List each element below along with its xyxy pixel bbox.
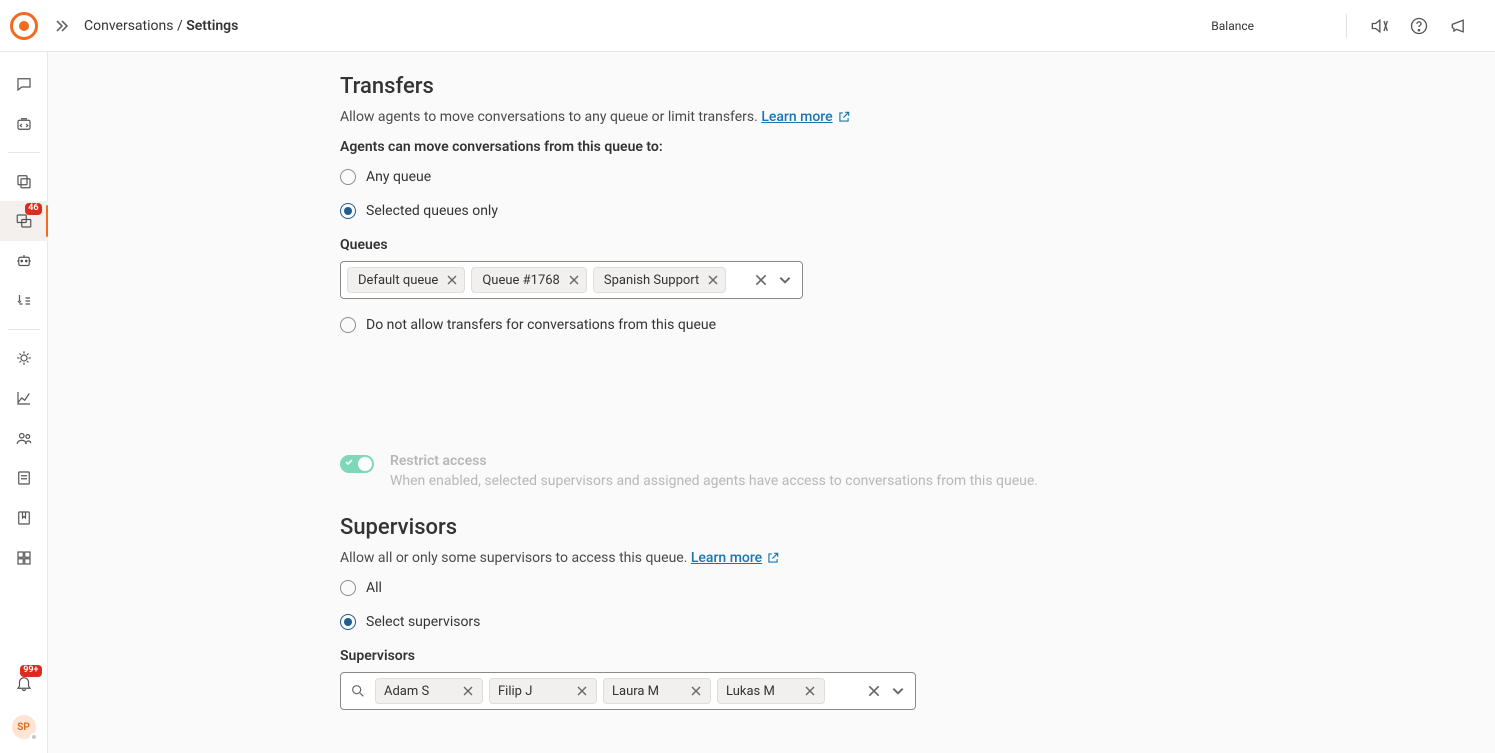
left-rail: 46 99+ [0,52,48,753]
transfers-option-any[interactable]: Any queue [340,169,1260,185]
rail-conversations-icon[interactable]: 46 [0,201,48,241]
search-icon [347,683,369,699]
balance-link[interactable]: Balance [1211,19,1254,33]
chip-remove-icon[interactable] [462,685,474,697]
queue-chip: Spanish Support [593,267,726,293]
radio-icon [340,169,356,185]
transfers-title: Transfers [340,74,1260,99]
breadcrumb: Conversations / Settings [84,18,238,34]
chip-remove-icon[interactable] [690,685,702,697]
queues-multiselect[interactable]: Default queue Queue #1768 Spanish Suppor… [340,261,803,299]
rail-inbox-icon[interactable] [0,161,48,201]
rail-bot-icon[interactable] [0,241,48,281]
supervisors-option-select[interactable]: Select supervisors [340,614,1260,630]
chip-remove-icon[interactable] [568,274,580,286]
supervisors-list-label: Supervisors [340,648,1260,664]
main-content: Transfers Allow agents to move conversat… [48,52,1495,753]
transfers-learn-more-link[interactable]: Learn more [761,109,850,125]
supervisor-chip: Laura M [603,678,711,704]
transfers-option-none[interactable]: Do not allow transfers for conversations… [340,317,1260,333]
rail-people-icon[interactable] [0,418,48,458]
radio-icon [340,580,356,596]
supervisors-title: Supervisors [340,515,1260,540]
external-link-icon [766,551,780,565]
breadcrumb-current: Settings [186,18,238,34]
queue-chip: Queue #1768 [471,267,587,293]
rail-docs-icon[interactable] [0,458,48,498]
supervisor-chip: Adam S [375,678,483,704]
chip-remove-icon[interactable] [446,274,458,286]
chip-remove-icon[interactable] [707,274,719,286]
rail-bookmark-icon[interactable] [0,498,48,538]
transfers-option-selected[interactable]: Selected queues only [340,203,1260,219]
chip-remove-icon[interactable] [576,685,588,697]
restrict-access-title: Restrict access [390,453,1038,469]
help-icon[interactable] [1399,6,1439,46]
user-avatar[interactable]: SP [12,715,36,739]
supervisors-option-all[interactable]: All [340,580,1260,596]
restrict-access-toggle[interactable] [340,455,374,473]
topbar: Conversations / Settings Balance [0,0,1495,52]
rail-chat-icon[interactable] [0,64,48,104]
rail-notifications-icon[interactable]: 99+ [0,663,48,703]
supervisor-chip: Filip J [489,678,597,704]
rail-notifications-badge: 99+ [20,665,41,677]
rail-grid-icon[interactable] [0,538,48,578]
rail-analytics-icon[interactable] [0,378,48,418]
mute-icon[interactable] [1359,6,1399,46]
queue-chip: Default queue [347,267,465,293]
chevron-down-icon[interactable] [778,273,792,287]
announce-icon[interactable] [1439,6,1479,46]
rail-spark-icon[interactable] [0,338,48,378]
rail-conversations-badge: 46 [25,203,41,215]
external-link-icon [837,110,851,124]
rail-numbers-icon[interactable] [0,281,48,321]
clear-all-icon[interactable] [867,684,881,698]
transfers-desc: Allow agents to move conversations to an… [340,109,1260,125]
supervisors-desc: Allow all or only some supervisors to ac… [340,550,1260,566]
restrict-access-row: Restrict access When enabled, selected s… [340,453,1260,489]
queues-label: Queues [340,237,1260,253]
chip-remove-icon[interactable] [804,685,816,697]
supervisor-chip: Lukas M [717,678,825,704]
user-status-dot [30,733,38,741]
radio-icon [340,203,356,219]
supervisors-learn-more-link[interactable]: Learn more [691,550,780,566]
app-logo[interactable] [0,12,48,40]
expand-sidebar-button[interactable] [48,18,84,34]
clear-all-icon[interactable] [754,273,768,287]
restrict-access-desc: When enabled, selected supervisors and a… [390,473,1038,489]
radio-icon [340,614,356,630]
chevron-down-icon[interactable] [891,684,905,698]
transfers-move-label: Agents can move conversations from this … [340,139,1260,155]
radio-icon [340,317,356,333]
breadcrumb-parent[interactable]: Conversations [84,18,173,34]
supervisors-multiselect[interactable]: Adam S Filip J Laura M [340,672,916,710]
rail-code-icon[interactable] [0,104,48,144]
